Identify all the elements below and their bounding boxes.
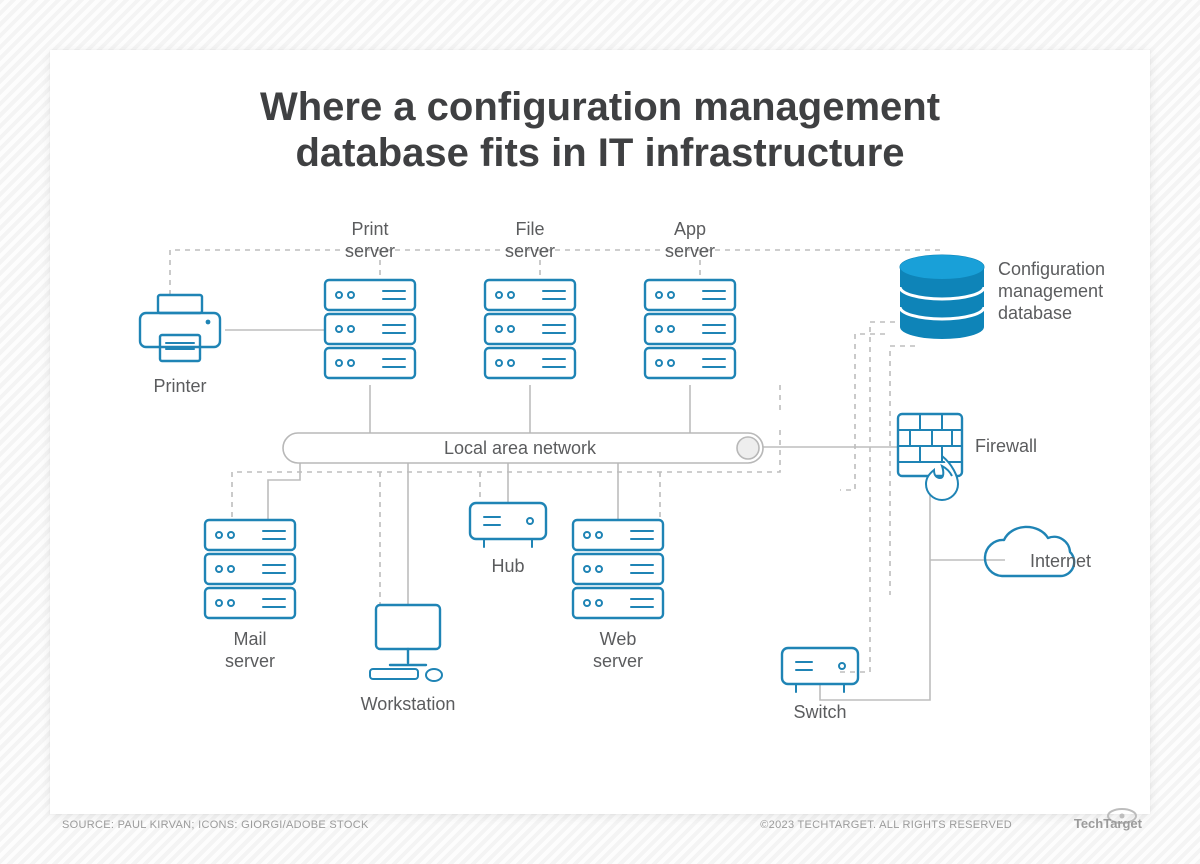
page-title-line2: database fits in IT infrastructure xyxy=(295,131,904,175)
firewall-label: Firewall xyxy=(975,436,1037,456)
workstation-label: Workstation xyxy=(361,694,456,714)
cmdb-bus-right xyxy=(840,322,915,672)
file-server-icon xyxy=(485,280,575,378)
printer-icon xyxy=(140,295,220,361)
cmdb-label-3: database xyxy=(998,303,1072,323)
app-server-label-2: server xyxy=(665,241,715,261)
switch-label: Switch xyxy=(793,702,846,722)
web-server-icon xyxy=(573,520,663,618)
web-server-label-2: server xyxy=(593,651,643,671)
app-server-icon xyxy=(645,280,735,378)
workstation-icon xyxy=(370,605,442,681)
print-server-label-1: Print xyxy=(351,219,388,239)
print-server-label-2: server xyxy=(345,241,395,261)
file-server-label-1: File xyxy=(515,219,544,239)
internet-label: Internet xyxy=(1030,551,1091,571)
file-server-label-2: server xyxy=(505,241,555,261)
cmdb-label-2: management xyxy=(998,281,1103,301)
lan-pipe: Local area network xyxy=(283,433,763,463)
hub-label: Hub xyxy=(491,556,524,576)
hub-icon xyxy=(470,503,546,547)
link-firewall-switch-internet xyxy=(820,492,1005,700)
cmdb-icon xyxy=(900,255,984,339)
app-server-label-1: App xyxy=(674,219,706,239)
printer-label: Printer xyxy=(153,376,206,396)
copyright-credit: ©2023 TECHTARGET. ALL RIGHTS RESERVED xyxy=(760,819,1012,831)
source-credit: SOURCE: PAUL KIRVAN; ICONS: GIORGI/ADOBE… xyxy=(62,819,369,831)
print-server-icon xyxy=(325,280,415,378)
firewall-icon xyxy=(898,414,962,500)
brand-label: TechTarget xyxy=(1074,816,1143,831)
mail-server-label-1: Mail xyxy=(233,629,266,649)
cmdb-label-1: Configuration xyxy=(998,259,1105,279)
mail-server-label-2: server xyxy=(225,651,275,671)
web-server-label-1: Web xyxy=(600,629,637,649)
lan-label: Local area network xyxy=(444,438,597,458)
mail-server-icon xyxy=(205,520,295,618)
page-title-line1: Where a configuration management xyxy=(260,85,940,129)
diagram-svg: Where a configuration management databas… xyxy=(0,0,1200,864)
